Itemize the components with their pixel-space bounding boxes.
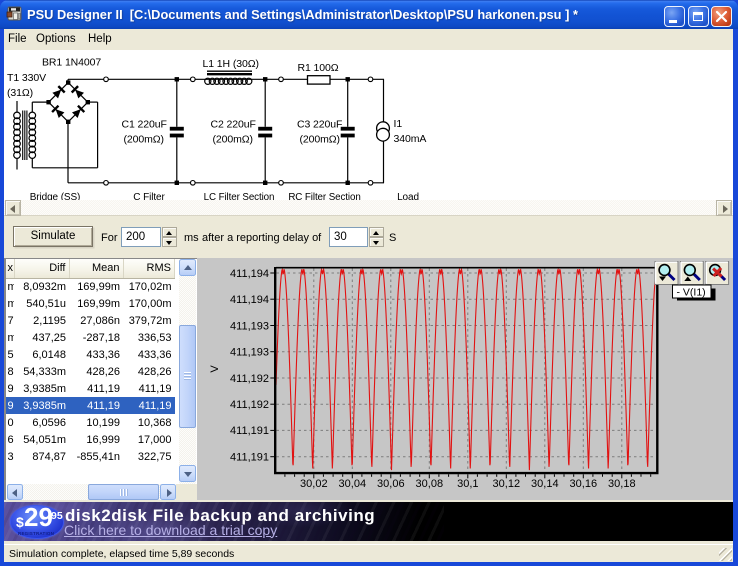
svg-text:30,18: 30,18 [608,478,636,490]
svg-text:30,14: 30,14 [531,478,559,490]
svg-text:411,192: 411,192 [230,399,269,411]
svg-text:30,16: 30,16 [570,478,598,490]
svg-text:(200mΩ): (200mΩ) [300,133,340,145]
svg-text:30,08: 30,08 [416,478,444,490]
svg-text:30,1: 30,1 [457,478,478,490]
svg-text:(31Ω): (31Ω) [7,87,33,99]
svg-text:R1 100Ω: R1 100Ω [298,62,339,74]
svg-text:30,12: 30,12 [493,478,521,490]
svg-text:411,191: 411,191 [230,451,269,463]
svg-text:411,191: 411,191 [230,425,269,437]
svg-text:L1 1H (30Ω): L1 1H (30Ω) [203,58,259,70]
svg-text:411,193: 411,193 [230,320,269,332]
svg-text:340mA: 340mA [394,133,427,145]
svg-text:30,04: 30,04 [339,478,367,490]
svg-text:T1 330V: T1 330V [7,72,46,84]
svg-text:- V(I1): - V(I1) [677,286,706,298]
svg-text:(200mΩ): (200mΩ) [213,133,253,145]
svg-text:411,192: 411,192 [230,372,269,384]
svg-text:411,194: 411,194 [230,267,269,279]
svg-text:C2 220uF: C2 220uF [211,118,256,130]
svg-text:BR1 1N4007: BR1 1N4007 [42,56,101,68]
svg-text:30,02: 30,02 [300,478,328,490]
svg-text:C1 220uF: C1 220uF [122,118,167,130]
svg-text:C3 220uF: C3 220uF [297,118,342,130]
svg-text:411,193: 411,193 [230,346,269,358]
svg-text:I1: I1 [394,118,403,130]
svg-text:411,194: 411,194 [230,294,269,306]
svg-text:V: V [209,364,221,372]
svg-text:(200mΩ): (200mΩ) [124,133,164,145]
svg-text:30,06: 30,06 [377,478,405,490]
